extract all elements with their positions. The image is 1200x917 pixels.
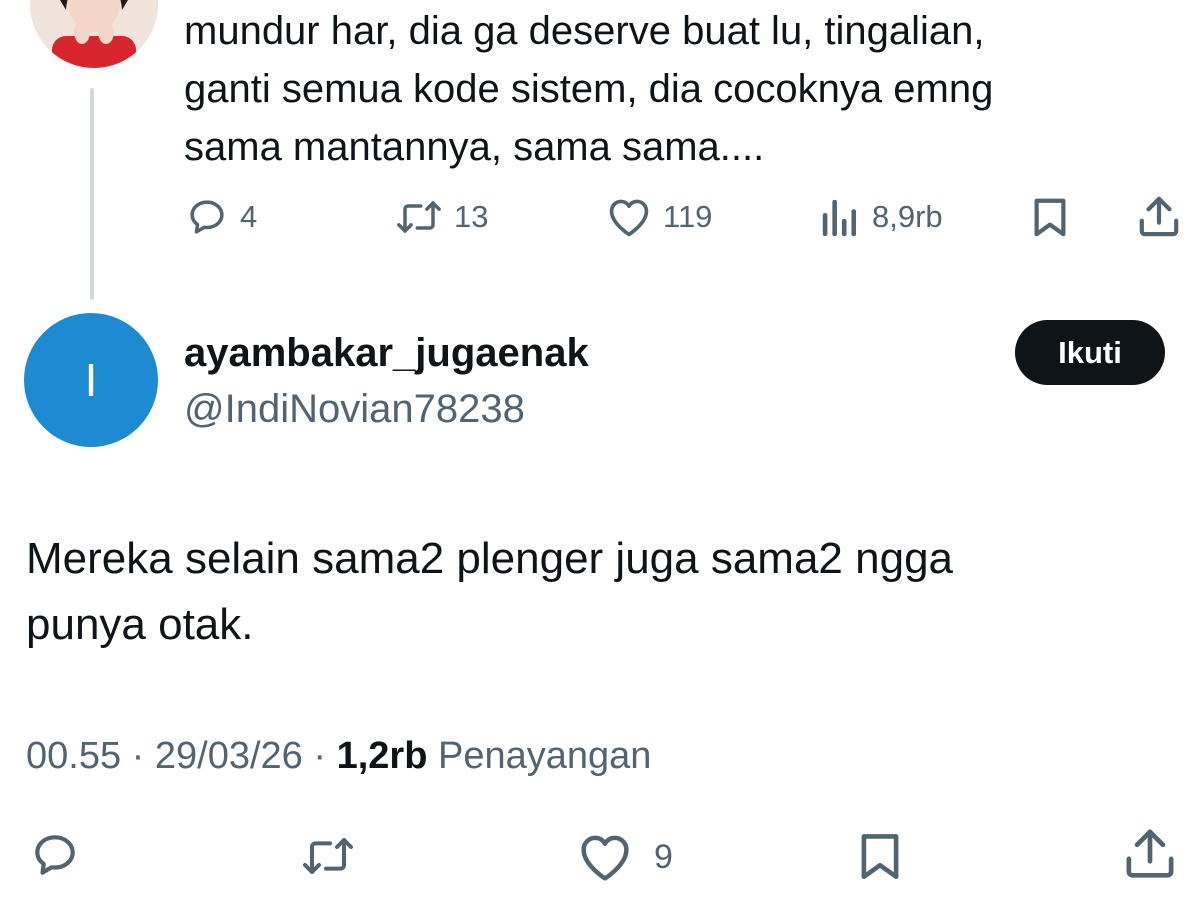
like-count: 119 xyxy=(663,199,713,234)
like-count: 9 xyxy=(654,837,673,876)
view-count: 8,9rb xyxy=(872,199,943,234)
bookmark-icon xyxy=(1030,196,1070,238)
parent-text-line: mundur har, dia ga deserve buat lu, ting… xyxy=(184,9,985,53)
tweet-meta: 00.55 · 29/03/26 · 1,2rb Penayangan xyxy=(26,735,651,778)
meta-separator: · xyxy=(313,735,327,777)
tweet-time[interactable]: 00.55 xyxy=(26,735,121,777)
analytics-icon xyxy=(820,196,860,238)
parent-reply-button[interactable]: 4 xyxy=(186,196,257,238)
bookmark-button[interactable] xyxy=(857,830,903,882)
parent-text-line: sama mantannya, sama sama.... xyxy=(184,125,765,169)
views-count: 1,2rb xyxy=(336,735,428,777)
avatar-initial: I xyxy=(84,354,98,406)
display-name[interactable]: ayambakar_jugaenak xyxy=(184,331,589,376)
reply-tweet-text: Mereka selain sama2 plenger juga sama2 n… xyxy=(26,526,1166,658)
parent-share-button[interactable] xyxy=(1138,194,1180,238)
share-icon xyxy=(1124,826,1176,880)
follow-button[interactable]: Ikuti xyxy=(1015,320,1165,385)
reply-icon xyxy=(30,830,80,880)
parent-repost-button[interactable]: 13 xyxy=(396,196,488,238)
parent-views-button[interactable]: 8,9rb xyxy=(820,196,943,238)
reply-text-line: Mereka selain sama2 plenger juga sama2 n… xyxy=(26,534,954,583)
thread-connector-line xyxy=(90,88,94,300)
views-label: Penayangan xyxy=(437,735,652,777)
share-icon xyxy=(1138,194,1180,238)
parent-like-button[interactable]: 119 xyxy=(607,196,712,238)
parent-avatar[interactable] xyxy=(30,0,158,68)
meta-separator: · xyxy=(131,735,145,777)
heart-icon xyxy=(578,832,632,882)
reply-button[interactable] xyxy=(30,830,80,880)
user-handle[interactable]: @IndiNovian78238 xyxy=(184,387,525,432)
parent-text-line: ganti semua kode sistem, dia cocoknya em… xyxy=(184,67,994,111)
reply-count: 4 xyxy=(240,199,258,234)
heart-icon xyxy=(607,196,651,238)
repost-button[interactable] xyxy=(300,832,356,880)
like-button[interactable]: 9 xyxy=(578,832,673,882)
share-button[interactable] xyxy=(1124,826,1176,880)
repost-count: 13 xyxy=(454,199,489,234)
reply-text-line: punya otak. xyxy=(26,600,254,649)
repost-icon xyxy=(396,196,442,238)
repost-icon xyxy=(300,832,356,880)
parent-bookmark-button[interactable] xyxy=(1030,196,1070,238)
bookmark-icon xyxy=(857,830,903,882)
tweet-date[interactable]: 29/03/26 xyxy=(155,735,303,777)
parent-tweet-text: mundur har, dia ga deserve buat lu, ting… xyxy=(184,2,1164,176)
reply-avatar[interactable]: I xyxy=(24,313,158,447)
reply-icon xyxy=(186,196,228,238)
